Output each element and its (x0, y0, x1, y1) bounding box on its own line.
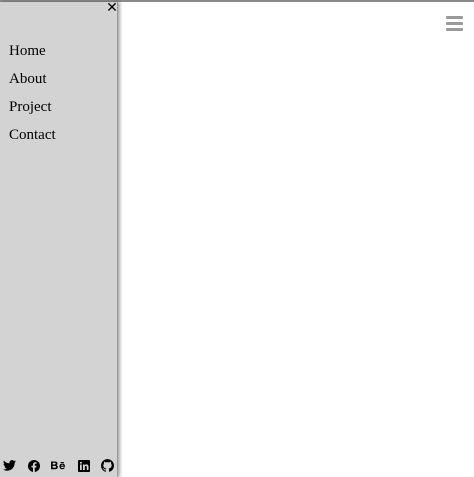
github-icon[interactable] (101, 459, 114, 472)
twitter-icon[interactable] (3, 459, 16, 472)
facebook-icon[interactable] (27, 459, 40, 472)
sidebar-item-home[interactable]: Home (9, 37, 56, 65)
sidebar-item-project[interactable]: Project (9, 93, 56, 121)
sidebar: ✕ Home About Project Contact (0, 1, 119, 477)
close-icon[interactable]: ✕ (105, 1, 119, 15)
hamburger-menu-icon[interactable] (446, 16, 463, 31)
sidebar-item-contact[interactable]: Contact (9, 121, 56, 149)
sidebar-nav: Home About Project Contact (9, 37, 56, 149)
social-links (3, 459, 125, 472)
linkedin-icon[interactable] (77, 459, 90, 472)
behance-icon[interactable] (51, 459, 66, 472)
sidebar-item-about[interactable]: About (9, 65, 56, 93)
